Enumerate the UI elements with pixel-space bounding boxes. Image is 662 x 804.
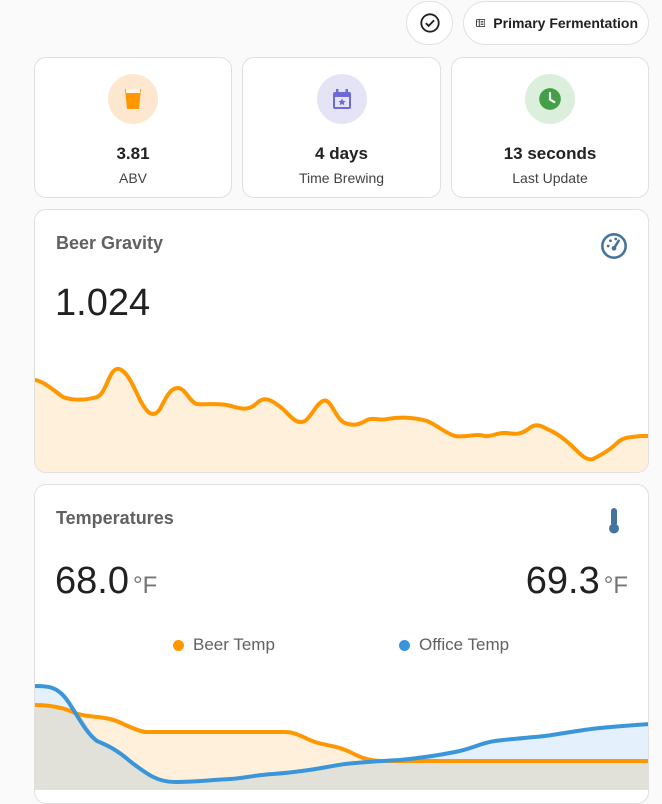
check-circle-icon — [419, 13, 440, 33]
abv-value: 3.81 — [116, 144, 150, 163]
beer-glass-icon — [125, 89, 141, 109]
legend-beer-temp[interactable]: Beer Temp — [173, 635, 275, 655]
update-icon-badge — [525, 74, 575, 124]
beer-gravity-title: Beer Gravity — [56, 233, 164, 253]
legend-office-temp-label: Office Temp — [419, 635, 510, 654]
fermentation-phase-label: Primary Fermentation — [493, 15, 638, 31]
temperatures-card[interactable]: Temperatures 68.0 °F 69.3 °F Beer Temp Off… — [34, 484, 649, 804]
temperature-chart — [35, 684, 648, 790]
beer-temp-value: 68.0 °F — [55, 560, 157, 603]
temperatures-title: Temperatures — [56, 508, 174, 528]
legend-beer-temp-label: Beer Temp — [193, 635, 275, 654]
last-update-value: 13 seconds — [503, 144, 597, 163]
check-button[interactable] — [406, 1, 453, 45]
last-update-label: Last Update — [512, 170, 588, 186]
office-temp-unit: °F — [603, 572, 628, 599]
clock-icon — [539, 88, 561, 110]
time-icon-badge — [316, 74, 367, 124]
beer-gravity-card[interactable]: Beer Gravity 1.024 — [34, 209, 649, 473]
legend-office-temp[interactable]: Office Temp — [399, 635, 509, 655]
beer-temp-number: 68.0 — [55, 560, 129, 602]
time-brewing-value: 4 days — [315, 144, 368, 163]
office-temp-number: 69.3 — [525, 560, 600, 602]
abv-tile[interactable]: 3.81 ABV — [34, 57, 232, 198]
office-temp-value: 69.3 °F — [526, 560, 628, 603]
gravity-sparkline — [35, 367, 648, 472]
last-update-tile[interactable]: 13 seconds Last Update — [451, 57, 649, 198]
abv-label: ABV — [118, 170, 147, 186]
abv-icon-badge — [108, 74, 158, 124]
time-brewing-label: Time Brewing — [298, 170, 385, 186]
beer-temp-unit: °F — [132, 572, 158, 599]
calendar-star-icon — [332, 89, 351, 109]
thermometer-icon — [609, 508, 619, 534]
beer-temp-dot — [173, 639, 184, 651]
fermentation-phase-button[interactable]: Primary Fermentation — [463, 1, 649, 45]
office-temp-dot — [399, 639, 410, 651]
time-brewing-tile[interactable]: 4 days Time Brewing — [242, 57, 441, 198]
beer-gravity-value: 1.024 — [55, 282, 151, 324]
gauge-icon — [601, 233, 627, 259]
hydrometer-icon — [476, 19, 486, 27]
